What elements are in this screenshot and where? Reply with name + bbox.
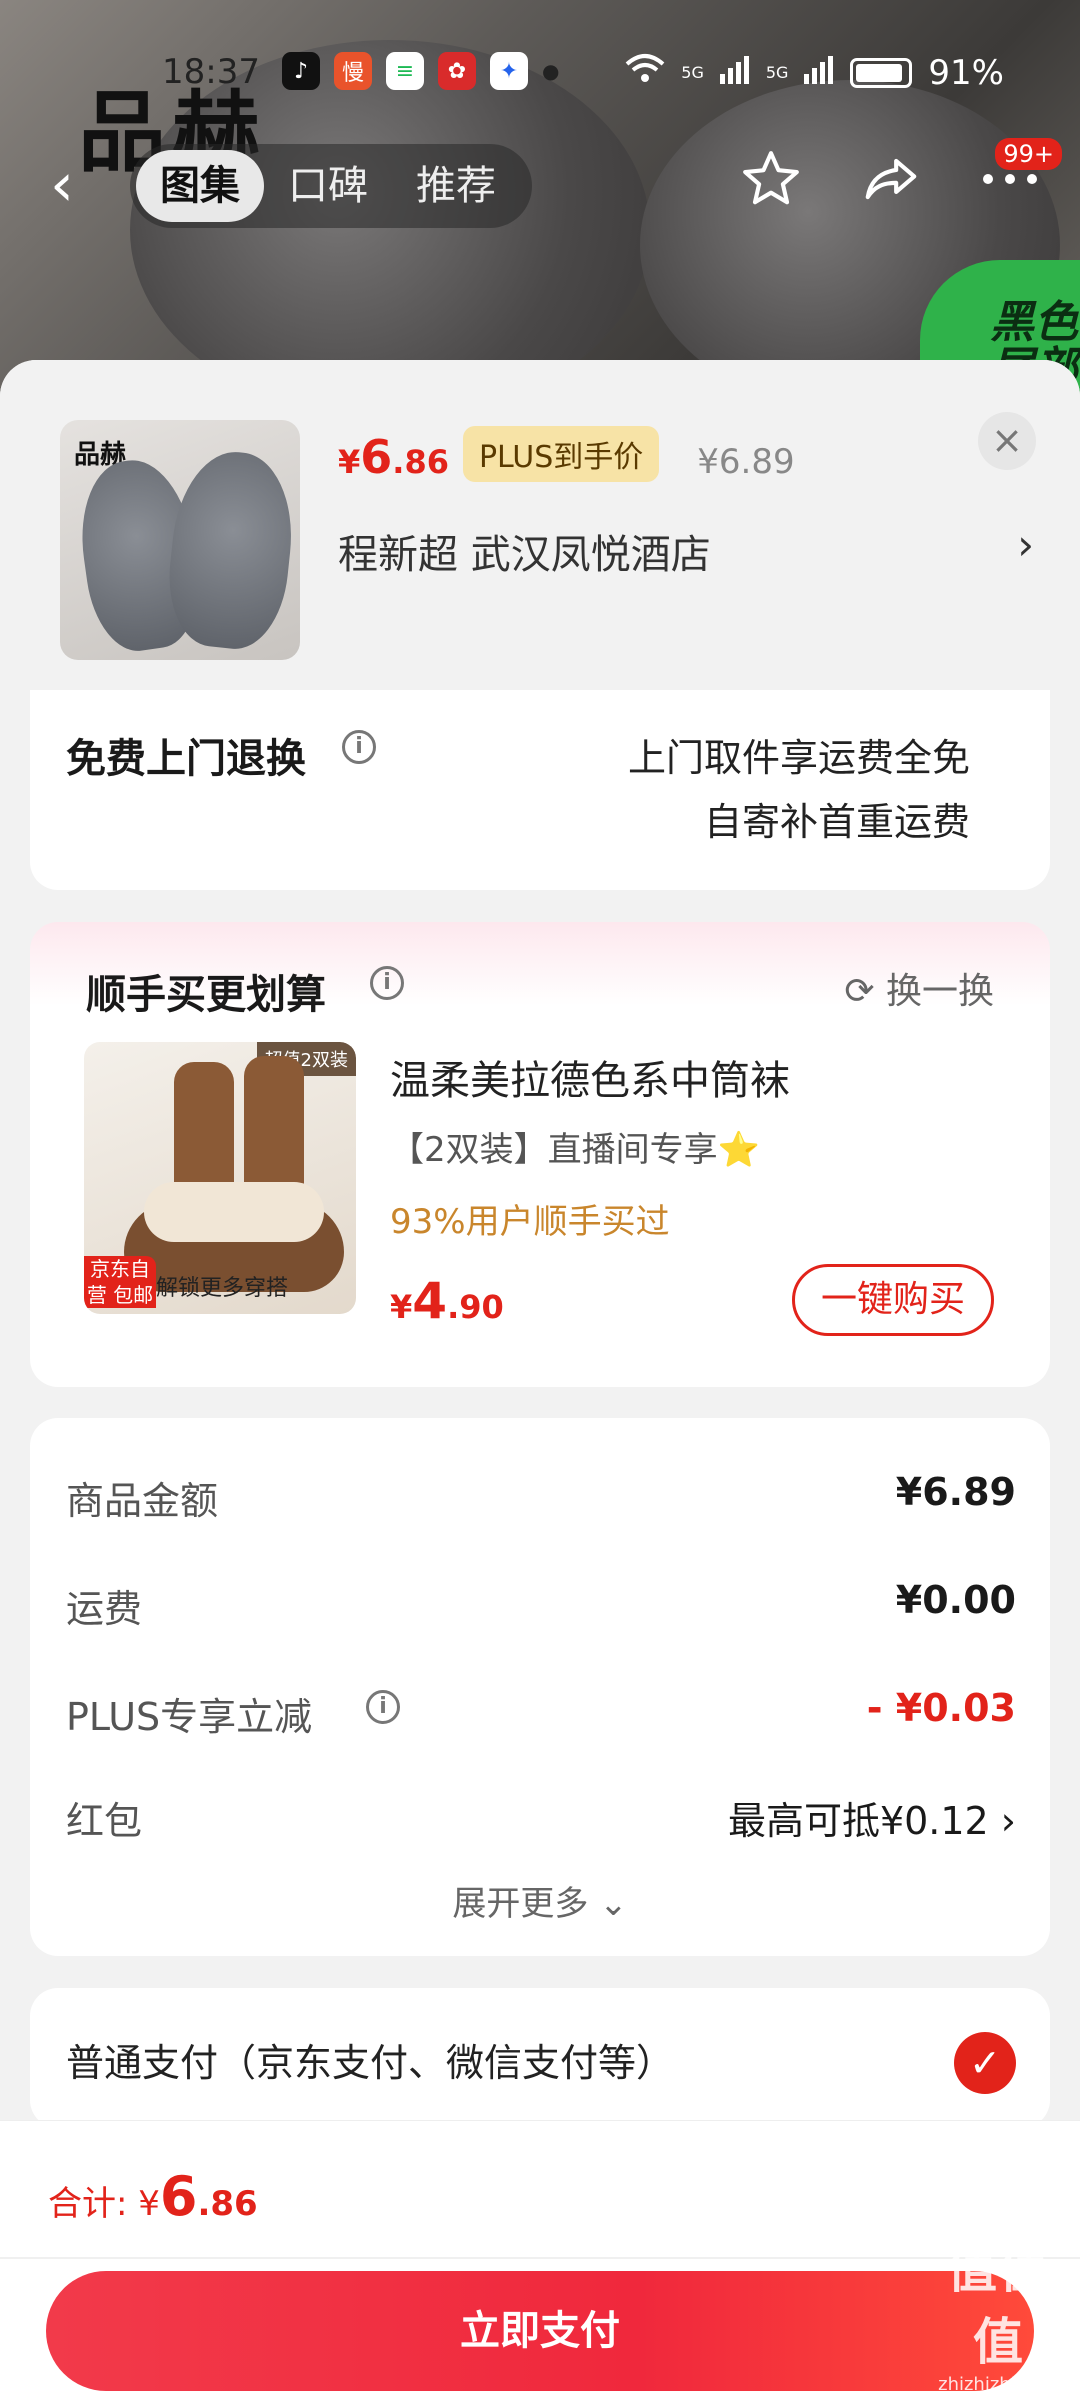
return-service-details: 上门取件享运费全免 自寄补首重运费 <box>628 726 970 854</box>
order-amount-card: 商品金额 ¥6.89 运费 ¥0.00 PLUS专享立减 i - ¥0.03 红… <box>30 1418 1050 1956</box>
shipping-label: 运费 <box>66 1587 143 1631</box>
signal-5g-label-1: 5G <box>681 62 704 82</box>
tab-recommend[interactable]: 推荐 <box>392 150 520 222</box>
man-app-icon: 慢 <box>334 52 372 90</box>
swap-label: 换一换 <box>885 971 994 1012</box>
refresh-icon: ⟳ <box>844 971 875 1012</box>
back-icon[interactable]: ‹ <box>50 150 74 220</box>
shipping-value: ¥0.00 <box>895 1578 1016 1622</box>
more-notifications-dot: ● <box>542 59 560 83</box>
divider <box>0 2257 1080 2259</box>
buy-together-card: 顺手买更划算 i ⟳ 换一换 超值2双装 京东自营 包邮 解锁更多穿搭 温柔美拉… <box>30 922 1050 1387</box>
pay-now-button[interactable]: 立即支付 <box>46 2271 1034 2391</box>
plus-discount-label: PLUS专享立减 <box>66 1695 313 1739</box>
signal-icon-1 <box>719 53 750 93</box>
close-icon[interactable]: × <box>978 412 1036 470</box>
status-time: 18:37 <box>162 52 260 92</box>
plus-price-tag: PLUS到手价 <box>462 426 660 482</box>
green-app-icon: ≡ <box>386 52 424 90</box>
info-icon[interactable]: i <box>370 966 404 1000</box>
red-packet-label: 红包 <box>66 1799 143 1843</box>
original-price: ¥6.89 <box>697 442 795 482</box>
one-click-buy-button[interactable]: 一键购买 <box>791 1264 994 1336</box>
socks-product-image[interactable]: 超值2双装 京东自营 包邮 解锁更多穿搭 <box>84 1042 356 1314</box>
swap-button[interactable]: ⟳ 换一换 <box>844 962 994 1014</box>
status-app-icons: ♪ 慢 ≡ ✿ ✦ ● <box>282 52 559 90</box>
wifi-icon <box>625 52 665 93</box>
price-line: ¥6.86 PLUS到手价 ¥6.89 <box>338 426 795 488</box>
watermark-logo: 值值值 <box>947 2241 1051 2371</box>
top-nav: ‹ 图集 口碑 推荐 99+ <box>0 138 1080 230</box>
socks-price: ¥4.90 <box>390 1272 504 1330</box>
buy-together-title: 顺手买更划算 <box>86 972 326 1018</box>
plus-price: ¥6.86 <box>338 430 449 484</box>
shoe-fur-shape <box>144 1182 324 1242</box>
more-menu-icon[interactable] <box>980 169 1040 193</box>
jd-ship-tag: 京东自营 包邮 <box>84 1256 156 1308</box>
shopping-app-icon: ✿ <box>438 52 476 90</box>
socks-image-caption: 解锁更多穿搭 <box>156 1276 289 1301</box>
checkout-bar: 合计: ¥6.86 立即支付 <box>0 2120 1080 2400</box>
socks-buyer-percent: 93%用户顺手买过 <box>390 1202 670 1242</box>
return-service-title: 免费上门退换 <box>66 736 306 782</box>
product-thumbnail[interactable]: 品赫 <box>60 420 300 660</box>
slipper-right-shape <box>162 446 300 654</box>
message-count-badge: 99+ <box>995 138 1062 170</box>
tab-gallery[interactable]: 图集 <box>136 150 264 222</box>
gallery-tab-switcher: 图集 口碑 推荐 <box>130 144 532 228</box>
share-icon[interactable] <box>860 148 922 214</box>
return-service-line-1: 上门取件享运费全免 <box>627 736 970 780</box>
order-total: 合计: ¥6.86 <box>48 2165 258 2228</box>
site-watermark: 值值值 zhizhizhi.com <box>934 2230 1064 2395</box>
info-icon[interactable]: i <box>342 730 376 764</box>
baidu-icon: ✦ <box>490 52 528 90</box>
return-service-card: 免费上门退换 i 上门取件享运费全免 自寄补首重运费 <box>30 690 1050 890</box>
plus-discount-value: - ¥0.03 <box>866 1686 1016 1730</box>
checkmark-icon[interactable]: ✓ <box>954 2032 1016 2094</box>
signal-icon-2 <box>804 53 834 93</box>
socks-product-name[interactable]: 温柔美拉德色系中筒袜 <box>390 1048 790 1106</box>
tiktok-icon: ♪ <box>282 52 320 90</box>
favorite-star-icon[interactable] <box>740 148 802 214</box>
battery-icon <box>850 57 913 88</box>
socks-product-subtitle: 【2双装】直播间专享⭐ <box>390 1130 760 1170</box>
delivery-address[interactable]: 程新超 武汉凤悦酒店 <box>338 522 711 580</box>
tab-reviews[interactable]: 口碑 <box>264 150 392 222</box>
status-bar: 18:37 ♪ 慢 ≡ ✿ ✦ ● 5G 5G 91% <box>0 48 1080 98</box>
signal-5g-label-2: 5G <box>765 62 789 82</box>
payment-method-label: 普通支付（京东支付、微信支付等） <box>66 2041 675 2085</box>
red-packet-value[interactable]: 最高可抵¥0.12 › <box>728 1790 1016 1845</box>
expand-more-button[interactable]: 展开更多 ⌄ <box>30 1876 1050 1925</box>
info-icon[interactable]: i <box>366 1690 400 1724</box>
status-right: 5G 5G 91% <box>625 52 1004 93</box>
goods-amount-value: ¥6.89 <box>895 1470 1016 1514</box>
return-service-line-2: 自寄补首重运费 <box>703 800 970 844</box>
goods-amount-label: 商品金额 <box>66 1479 219 1523</box>
battery-percent: 91% <box>928 52 1004 93</box>
product-summary: 品赫 ¥6.86 PLUS到手价 ¥6.89 × 程新超 武汉凤悦酒店 › <box>0 360 1080 690</box>
checkout-sheet: 品赫 ¥6.86 PLUS到手价 ¥6.89 × 程新超 武汉凤悦酒店 › 免费… <box>0 360 1080 2400</box>
chevron-right-icon[interactable]: › <box>1017 520 1034 569</box>
watermark-url: zhizhizhi.com <box>938 2374 1060 2395</box>
payment-method-card[interactable]: 普通支付（京东支付、微信支付等） ✓ <box>30 1988 1050 2128</box>
